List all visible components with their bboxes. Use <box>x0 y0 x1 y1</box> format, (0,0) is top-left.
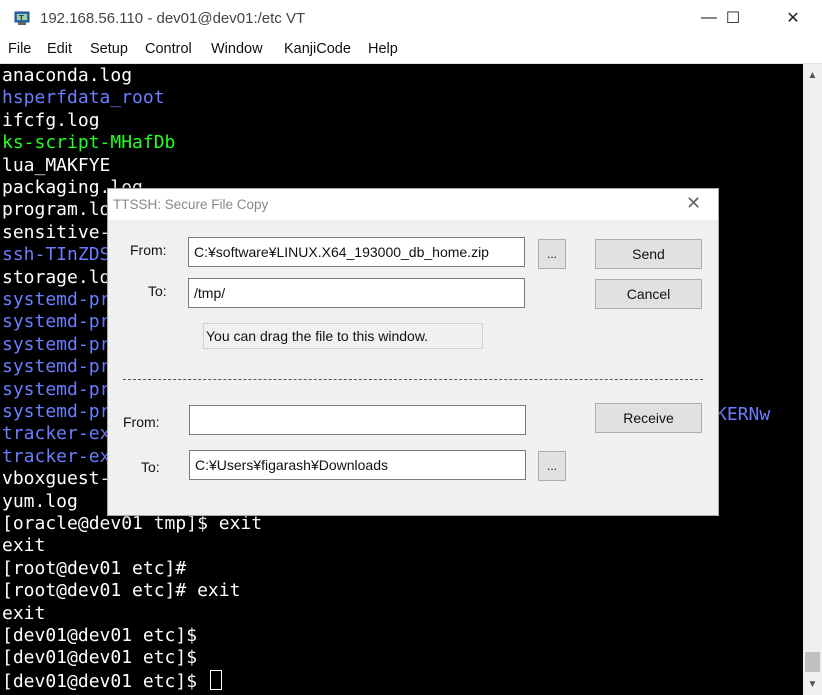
terminal-line: systemd-pr <box>2 333 111 355</box>
menu-file[interactable]: File <box>8 41 31 57</box>
send-browse-button[interactable]: ... <box>538 239 566 269</box>
terminal-line: hsperfdata_root <box>2 87 165 109</box>
dialog-title: TTSSH: Secure File Copy <box>113 197 269 212</box>
maximize-icon: ☐ <box>725 10 741 27</box>
receive-from-label: From: <box>123 414 160 430</box>
send-button[interactable]: Send <box>595 239 702 269</box>
vertical-scrollbar[interactable]: ▲ ▼ <box>803 64 822 695</box>
cancel-button[interactable]: Cancel <box>595 279 702 309</box>
terminal-line: ifcfg.log <box>2 109 100 131</box>
terminal-line: systemd-pr <box>2 289 111 310</box>
teraterm-app-icon: T <box>14 11 30 25</box>
terminal-line: ks-script-MHafDb <box>2 132 176 154</box>
terminal-line: tracker-ext <box>2 423 122 445</box>
terminal-line: [dev01@dev01 etc]$ <box>2 669 222 692</box>
menu-control[interactable]: Control <box>145 41 192 57</box>
dialog-close-icon[interactable]: ✕ <box>686 193 701 214</box>
scroll-up-icon[interactable]: ▲ <box>803 64 822 86</box>
send-to-field[interactable]: /tmp/ <box>188 278 525 308</box>
terminal-line: sensitive- <box>2 221 111 243</box>
terminal-line: [oracle@dev01 tmp]$ exit <box>2 513 263 534</box>
terminal-line: anaconda.log <box>2 65 133 86</box>
menu-edit[interactable]: Edit <box>47 41 72 57</box>
terminal-line: systemd-pr <box>2 401 111 422</box>
close-icon: ✕ <box>786 10 800 27</box>
menu-kanjicode[interactable]: KanjiCode <box>284 41 351 57</box>
close-button[interactable]: ✕ <box>770 0 816 36</box>
terminal-line: tracker-ext <box>2 445 122 467</box>
terminal-line: ssh-TInZDS <box>2 244 111 266</box>
drag-drop-hint[interactable]: You can drag the file to this window. <box>203 323 483 349</box>
send-to-label: To: <box>148 283 167 299</box>
receive-to-label: To: <box>141 459 160 475</box>
menu-window[interactable]: Window <box>211 41 263 57</box>
menu-bar: File Edit Setup Control Window KanjiCode… <box>0 36 822 64</box>
window-title: 192.168.56.110 - dev01@dev01:/etc VT <box>40 10 306 27</box>
maximize-button[interactable]: ☐ <box>710 0 756 36</box>
terminal-line: exit <box>2 535 46 557</box>
terminal-line: program.log <box>2 199 122 221</box>
terminal-line: systemd-pr <box>2 356 111 378</box>
terminal-line: storage.log <box>2 266 122 288</box>
dialog-title-bar: TTSSH: Secure File Copy ✕ <box>108 189 718 220</box>
menu-help[interactable]: Help <box>368 41 398 57</box>
terminal-line: systemd-pr <box>2 378 111 400</box>
scrollbar-thumb[interactable] <box>805 652 820 672</box>
terminal-line: systemd-pr <box>2 311 111 333</box>
receive-to-field[interactable]: C:¥Users¥figarash¥Downloads <box>189 450 526 480</box>
menu-setup[interactable]: Setup <box>90 41 128 57</box>
receive-button[interactable]: Receive <box>595 403 702 433</box>
terminal-partial-text: KERNw <box>716 404 771 425</box>
terminal-line: yum.log <box>2 490 78 512</box>
title-bar: T 192.168.56.110 - dev01@dev01:/etc VT —… <box>0 0 822 36</box>
secure-file-copy-dialog: TTSSH: Secure File Copy ✕ From: C:¥softw… <box>107 188 719 516</box>
receive-from-field[interactable] <box>189 405 526 435</box>
svg-text:T: T <box>19 14 24 22</box>
section-divider <box>123 379 703 380</box>
send-from-label: From: <box>130 242 167 258</box>
terminal-line: [dev01@dev01 etc]$ <box>2 625 198 646</box>
receive-browse-button[interactable]: ... <box>538 451 566 481</box>
terminal-line: exit <box>2 602 46 624</box>
terminal-line: [root@dev01 etc]# exit <box>2 580 241 602</box>
terminal-line: vboxguest-M <box>2 468 122 490</box>
terminal-cursor <box>209 669 222 690</box>
send-from-field[interactable]: C:¥software¥LINUX.X64_193000_db_home.zip <box>188 237 525 267</box>
terminal-line: [dev01@dev01 etc]$ <box>2 647 198 669</box>
terminal-line: lua_MAKFYE <box>2 154 111 176</box>
terminal-line: [root@dev01 etc]# <box>2 557 187 579</box>
scroll-down-icon[interactable]: ▼ <box>803 673 822 695</box>
